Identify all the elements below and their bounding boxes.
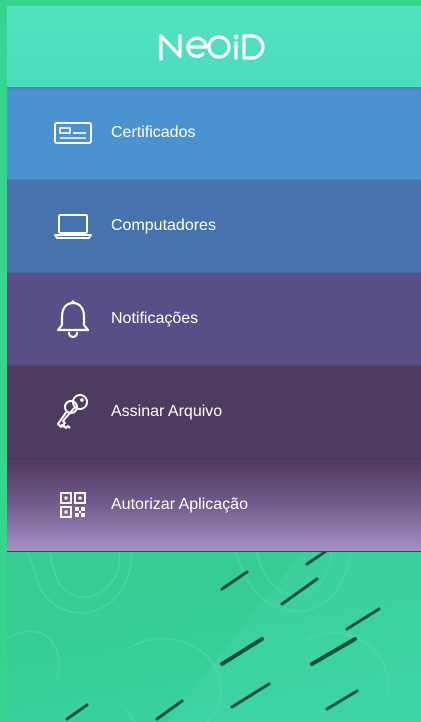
main-menu: Certificados Computadores Notificações A… xyxy=(7,87,421,552)
menu-label-computadores: Computadores xyxy=(111,217,216,234)
id-card-icon xyxy=(51,111,95,155)
menu-label-assinar-arquivo: Assinar Arquivo xyxy=(111,403,223,420)
app-screen: Certificados Computadores Notificações A… xyxy=(7,6,421,722)
qr-code-icon xyxy=(51,483,95,527)
menu-item-computadores[interactable]: Computadores xyxy=(7,180,421,273)
neoid-logo xyxy=(159,33,265,61)
menu-label-notificacoes: Notificações xyxy=(111,310,199,327)
menu-label-certificados: Certificados xyxy=(111,124,196,141)
bell-icon xyxy=(51,297,95,341)
keys-icon xyxy=(51,390,95,434)
menu-item-autorizar-aplicacao[interactable]: Autorizar Aplicação xyxy=(7,459,421,552)
menu-label-autorizar-aplicacao: Autorizar Aplicação xyxy=(111,496,248,513)
app-header xyxy=(7,6,421,87)
menu-item-assinar-arquivo[interactable]: Assinar Arquivo xyxy=(7,366,421,459)
menu-item-certificados[interactable]: Certificados xyxy=(7,87,421,180)
menu-item-notificacoes[interactable]: Notificações xyxy=(7,273,421,366)
laptop-icon xyxy=(51,204,95,248)
window-left-edge xyxy=(0,0,7,722)
